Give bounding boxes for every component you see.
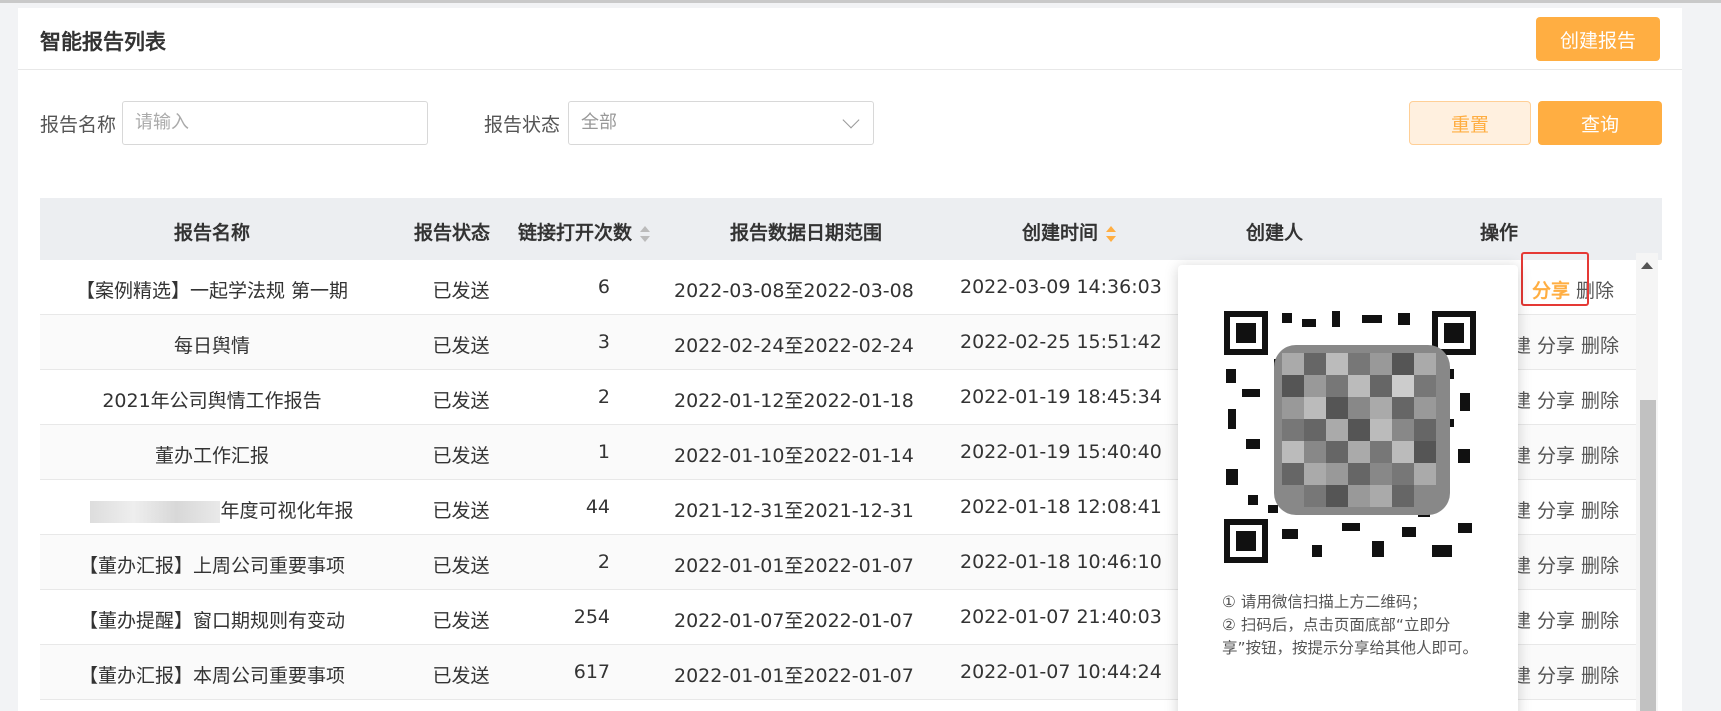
row-report-name: 2021年公司舆情工作报告 <box>102 390 322 412</box>
delete-link[interactable]: 删除 <box>1581 500 1619 522</box>
row-report-name: 【案例精选】一起学法规 第一期 <box>75 280 349 302</box>
row-report-name-text: 年度可视化年报 <box>220 500 354 522</box>
row-status: 已发送 <box>432 610 490 632</box>
row-ops: 建分享 删除 <box>1506 606 1619 633</box>
row-ops: 建分享 删除 <box>1506 386 1619 413</box>
row-report-name: 董办工作汇报 <box>154 445 269 467</box>
row-open-count: 254 <box>573 606 610 628</box>
row-created-time: 2022-01-07 21:40:03 <box>960 606 1162 628</box>
status-select-value: 全部 <box>581 112 617 133</box>
report-table: 报告名称 报告状态 链接打开次数 报告数据日期范围 创建时间 创建人 操作 【案… <box>40 198 1662 700</box>
row-status: 已发送 <box>432 500 490 522</box>
qr-code-icon <box>1222 309 1478 565</box>
col-open-count-label: 链接打开次数 <box>518 222 633 244</box>
share-link[interactable]: 分享 <box>1537 500 1575 522</box>
col-created-time[interactable]: 创建时间 <box>1022 218 1117 245</box>
col-created-time-label: 创建时间 <box>1022 222 1099 244</box>
share-link[interactable]: 分享 <box>1537 610 1575 632</box>
row-open-count: 2 <box>597 551 610 573</box>
col-creator: 创建人 <box>1246 222 1304 244</box>
share-link[interactable]: 分享 <box>1537 445 1575 467</box>
col-date-range: 报告数据日期范围 <box>730 222 883 244</box>
share-tip-1: ① 请用微信扫描上方二维码； <box>1222 593 1427 611</box>
delete-link[interactable]: 删除 <box>1581 335 1619 357</box>
row-ops: 建分享 删除 <box>1506 661 1619 688</box>
row-open-count: 44 <box>585 496 610 518</box>
create-report-button[interactable]: 创建报告 <box>1536 17 1660 61</box>
reset-button[interactable]: 重置 <box>1409 101 1531 145</box>
page-title: 智能报告列表 <box>40 30 166 54</box>
row-created-time: 2022-01-07 10:44:24 <box>960 661 1162 683</box>
share-link[interactable]: 分享 <box>1537 390 1575 412</box>
row-date-range: 2022-03-08至2022-03-08 <box>674 280 914 302</box>
query-button[interactable]: 查询 <box>1538 101 1662 145</box>
share-instructions: ① 请用微信扫描上方二维码； ② 扫码后，点击页面底部“立即分享”按钮，按提示分… <box>1222 591 1484 660</box>
sort-icon[interactable] <box>640 225 651 242</box>
row-date-range: 2022-01-01至2022-01-07 <box>674 665 914 687</box>
row-open-count: 617 <box>573 661 610 683</box>
delete-link[interactable]: 删除 <box>1581 445 1619 467</box>
row-created-time: 2022-01-19 15:40:40 <box>960 441 1162 463</box>
top-divider <box>0 0 1721 3</box>
share-link[interactable]: 分享 <box>1537 665 1575 687</box>
row-status: 已发送 <box>432 335 490 357</box>
report-status-select[interactable]: 全部 <box>568 101 874 145</box>
report-name-label: 报告名称 <box>40 114 117 136</box>
col-report-status: 报告状态 <box>414 222 491 244</box>
redacted-text <box>90 500 221 523</box>
chevron-down-icon <box>842 111 860 129</box>
report-name-input[interactable]: 请输入 <box>122 101 428 145</box>
card-header: 智能报告列表 创建报告 <box>18 8 1682 70</box>
row-open-count: 6 <box>597 276 610 298</box>
row-date-range: 2022-01-10至2022-01-14 <box>674 445 914 467</box>
delete-link[interactable]: 删除 <box>1581 555 1619 577</box>
report-status-label: 报告状态 <box>484 114 561 136</box>
row-open-count: 2 <box>597 386 610 408</box>
scrollbar-thumb[interactable] <box>1640 400 1656 711</box>
col-operations: 操作 <box>1480 222 1519 244</box>
row-ops: 建分享 删除 <box>1506 496 1619 523</box>
row-status: 已发送 <box>432 665 490 687</box>
delete-link[interactable]: 删除 <box>1581 390 1619 412</box>
row-open-count: 1 <box>597 441 610 463</box>
row-report-name: 年度可视化年报 <box>40 496 384 523</box>
row-date-range: 2022-01-12至2022-01-18 <box>674 390 914 412</box>
share-link[interactable]: 分享 <box>1537 555 1575 577</box>
delete-link[interactable]: 删除 <box>1581 610 1619 632</box>
row-date-range: 2022-01-01至2022-01-07 <box>674 555 914 577</box>
row-report-name: 每日舆情 <box>173 335 250 357</box>
row-created-time: 2022-01-19 18:45:34 <box>960 386 1162 408</box>
row-report-name: 【董办汇报】上周公司重要事项 <box>78 555 345 577</box>
row-date-range: 2021-12-31至2021-12-31 <box>674 500 914 522</box>
sort-icon[interactable] <box>1106 225 1117 242</box>
row-ops: 建分享 删除 <box>1506 551 1619 578</box>
delete-link[interactable]: 删除 <box>1581 665 1619 687</box>
share-link[interactable]: 分享 <box>1537 335 1575 357</box>
row-created-time: 2022-01-18 12:08:41 <box>960 496 1162 518</box>
share-tip-2: ② 扫码后，点击页面底部“立即分享”按钮，按提示分享给其他人即可。 <box>1222 616 1479 657</box>
row-created-time: 2022-02-25 15:51:42 <box>960 331 1162 353</box>
row-open-count: 3 <box>597 331 610 353</box>
row-date-range: 2022-02-24至2022-02-24 <box>674 335 914 357</box>
row-status: 已发送 <box>432 555 490 577</box>
row-ops: 建分享 删除 <box>1506 331 1619 358</box>
row-created-time: 2022-03-09 14:36:03 <box>960 276 1162 298</box>
row-status: 已发送 <box>432 390 490 412</box>
scroll-up-arrow-icon[interactable] <box>1641 262 1653 269</box>
row-status: 已发送 <box>432 280 490 302</box>
row-date-range: 2022-01-07至2022-01-07 <box>674 610 914 632</box>
row-report-name: 【董办提醒】窗口期规则有变动 <box>78 610 345 632</box>
row-status: 已发送 <box>432 445 490 467</box>
col-open-count[interactable]: 链接打开次数 <box>518 218 651 245</box>
share-qr-popover: ① 请用微信扫描上方二维码； ② 扫码后，点击页面底部“立即分享”按钮，按提示分… <box>1178 265 1518 711</box>
share-highlight-box <box>1521 252 1589 306</box>
table-header: 报告名称 报告状态 链接打开次数 报告数据日期范围 创建时间 创建人 操作 <box>40 198 1662 260</box>
row-ops: 建分享 删除 <box>1506 441 1619 468</box>
row-report-name: 【董办汇报】本周公司重要事项 <box>78 665 345 687</box>
col-report-name: 报告名称 <box>174 222 251 244</box>
row-created-time: 2022-01-18 10:46:10 <box>960 551 1162 573</box>
